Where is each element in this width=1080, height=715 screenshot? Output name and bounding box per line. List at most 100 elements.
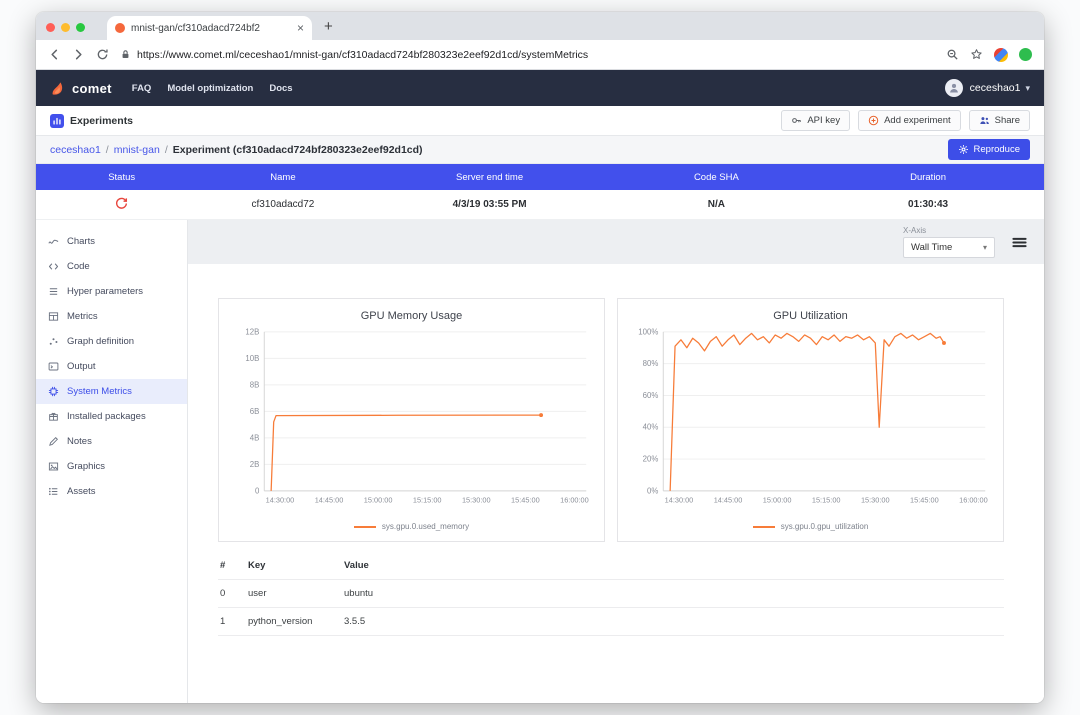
- column-header-duration: Duration: [812, 172, 1044, 183]
- chart-title: GPU Memory Usage: [225, 310, 598, 322]
- svg-text:15:00:00: 15:00:00: [364, 496, 393, 505]
- share-button[interactable]: Share: [969, 110, 1030, 131]
- tab-title: mnist-gan/cf310adacd724bf2: [131, 23, 291, 34]
- gpu-memory-chart: 02B4B6B8B10B12B14:30:0014:45:0015:00:001…: [225, 324, 598, 520]
- column-header-status: Status: [36, 172, 207, 183]
- back-icon[interactable]: [48, 48, 61, 61]
- chart-title: GPU Utilization: [624, 310, 997, 322]
- sidebar-item-hyper-parameters[interactable]: Hyper parameters: [36, 279, 187, 304]
- kv-cell: 3.5.5: [344, 616, 1002, 627]
- scatter-icon: [48, 336, 59, 347]
- svg-text:15:15:00: 15:15:00: [413, 496, 442, 505]
- svg-text:40%: 40%: [643, 423, 659, 432]
- menu-icon[interactable]: [1011, 234, 1028, 251]
- list-icon: [48, 286, 59, 297]
- image-icon: [48, 461, 59, 472]
- sidebar-item-graph-definition[interactable]: Graph definition: [36, 329, 187, 354]
- browser-profile-avatar[interactable]: [994, 48, 1008, 62]
- svg-text:15:45:00: 15:45:00: [910, 496, 939, 505]
- tab-experiments[interactable]: Experiments: [50, 114, 133, 128]
- browser-tab[interactable]: mnist-gan/cf310adacd724bf2 ×: [107, 16, 312, 40]
- reproduce-button[interactable]: Reproduce: [948, 139, 1030, 160]
- fullscreen-window-button[interactable]: [76, 23, 85, 32]
- experiments-bar: Experiments API key Add experiment Share: [36, 106, 1044, 136]
- experiment-table-header: StatusNameServer end timeCode SHADuratio…: [36, 164, 1044, 190]
- sidebar-item-label: Notes: [67, 436, 92, 447]
- forward-icon[interactable]: [72, 48, 85, 61]
- sidebar-item-installed-packages[interactable]: Installed packages: [36, 404, 187, 429]
- column-header-name: Name: [207, 172, 358, 183]
- tab-close-icon[interactable]: ×: [297, 22, 304, 34]
- refresh-icon[interactable]: [96, 48, 109, 61]
- svg-text:15:00:00: 15:00:00: [763, 496, 792, 505]
- comet-header: comet FAQ Model optimization Docs ceceshao…: [36, 70, 1044, 106]
- column-header-server-end-time: Server end time: [359, 172, 621, 183]
- window-controls: [46, 23, 85, 32]
- chevron-down-icon[interactable]: ▾: [1025, 83, 1030, 94]
- breadcrumb-experiment: Experiment (cf310adacd724bf280323e2eef92…: [173, 144, 423, 156]
- sidebar-item-assets[interactable]: Assets: [36, 479, 187, 504]
- comet-favicon-icon: [115, 23, 125, 33]
- sidebar-item-charts[interactable]: Charts: [36, 229, 187, 254]
- brand-name[interactable]: comet: [72, 81, 112, 96]
- add-experiment-button[interactable]: Add experiment: [858, 110, 961, 131]
- sidebar-item-label: Code: [67, 261, 90, 272]
- pencil-icon: [48, 436, 59, 447]
- sidebar-item-output[interactable]: Output: [36, 354, 187, 379]
- svg-text:60%: 60%: [643, 391, 659, 400]
- legend-label: sys.gpu.0.used_memory: [382, 522, 469, 531]
- address-bar[interactable]: https://www.comet.ml/ceceshao1/mnist-gan…: [120, 44, 935, 66]
- sidebar-item-notes[interactable]: Notes: [36, 429, 187, 454]
- kv-column-value: Value: [344, 560, 1002, 571]
- user-menu[interactable]: ceceshao1: [970, 82, 1021, 94]
- comet-logo-icon[interactable]: [50, 80, 67, 97]
- nav-model-optimization[interactable]: Model optimization: [167, 83, 253, 94]
- code-icon: [48, 261, 59, 272]
- zoom-icon[interactable]: [946, 48, 959, 61]
- extension-icon[interactable]: [1019, 48, 1032, 61]
- reproduce-label: Reproduce: [974, 144, 1020, 155]
- nav-faq[interactable]: FAQ: [132, 83, 152, 94]
- chart-legend[interactable]: sys.gpu.0.used_memory: [225, 522, 598, 531]
- sidebar-item-label: Charts: [67, 236, 95, 247]
- chart-legend[interactable]: sys.gpu.0.gpu_utilization: [624, 522, 997, 531]
- sidebar-item-label: Metrics: [67, 311, 98, 322]
- bookmark-star-icon[interactable]: [970, 48, 983, 61]
- button-label: Add experiment: [884, 115, 951, 126]
- breadcrumb-owner[interactable]: ceceshao1: [50, 144, 101, 156]
- sidebar: Charts Code Hyper parameters Metrics Graph d…: [36, 220, 188, 703]
- svg-text:15:30:00: 15:30:00: [462, 496, 491, 505]
- url-text: https://www.comet.ml/ceceshao1/mnist-gan…: [137, 49, 588, 61]
- gpu-utilization-chart: 0%20%40%60%80%100%14:30:0014:45:0015:00:…: [624, 324, 997, 520]
- user-avatar[interactable]: [945, 79, 963, 97]
- nav-docs[interactable]: Docs: [269, 83, 292, 94]
- new-tab-button[interactable]: +: [324, 18, 333, 35]
- button-label: API key: [807, 115, 840, 126]
- minimize-window-button[interactable]: [61, 23, 70, 32]
- sidebar-item-graphics[interactable]: Graphics: [36, 454, 187, 479]
- gear-icon: [958, 144, 969, 155]
- chart-toolbar: X-Axis Wall Time ▾: [188, 220, 1044, 264]
- breadcrumb-project[interactable]: mnist-gan: [114, 144, 160, 156]
- browser-toolbar: https://www.comet.ml/ceceshao1/mnist-gan…: [36, 40, 1044, 70]
- browser-window: mnist-gan/cf310adacd724bf2 × + https://w…: [36, 12, 1044, 703]
- experiment-row[interactable]: cf310adacd72 4/3/19 03:55 PM N/A 01:30:4…: [36, 190, 1044, 220]
- legend-line-swatch: [753, 526, 775, 528]
- x-axis-select[interactable]: Wall Time ▾: [903, 237, 995, 258]
- chevron-down-icon: ▾: [983, 243, 987, 252]
- grid-icon: [48, 311, 59, 322]
- sidebar-item-system-metrics[interactable]: System Metrics: [36, 379, 187, 404]
- svg-text:2B: 2B: [250, 460, 260, 469]
- line-chart-icon: [48, 236, 59, 247]
- kv-table-header: #KeyValue: [218, 552, 1004, 580]
- sidebar-item-metrics[interactable]: Metrics: [36, 304, 187, 329]
- x-axis-control: X-Axis Wall Time ▾: [903, 226, 995, 258]
- server-end-time-cell: 4/3/19 03:55 PM: [359, 199, 621, 210]
- sidebar-item-code[interactable]: Code: [36, 254, 187, 279]
- api-key-button[interactable]: API key: [781, 110, 850, 131]
- column-header-code-sha: Code SHA: [621, 172, 813, 183]
- kv-cell: user: [248, 588, 344, 599]
- kv-row: 0userubuntu: [218, 580, 1004, 608]
- sidebar-item-label: Graphics: [67, 461, 105, 472]
- close-window-button[interactable]: [46, 23, 55, 32]
